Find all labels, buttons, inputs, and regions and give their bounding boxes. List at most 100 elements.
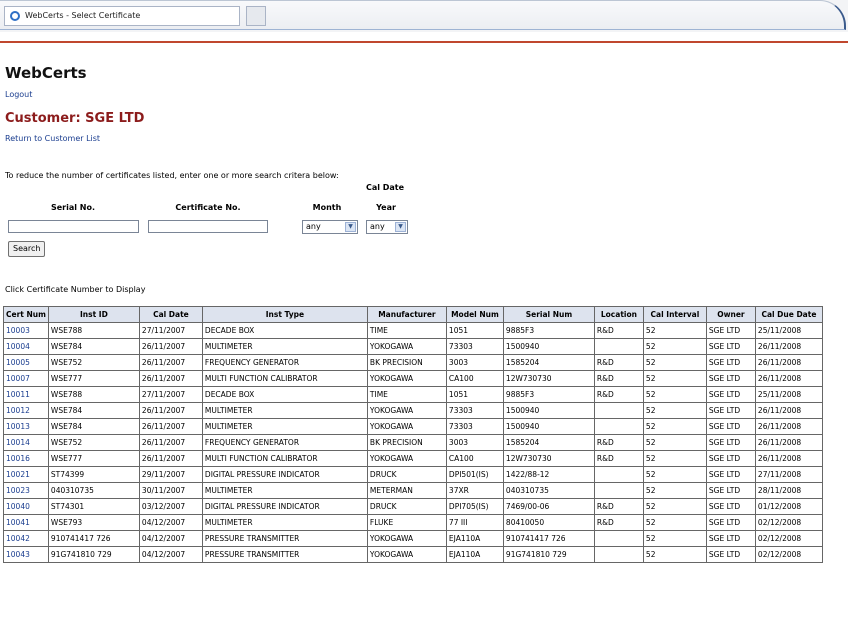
table-cell: 73303	[445, 402, 504, 419]
table-cell: 1585204	[502, 434, 595, 451]
table-cell	[593, 546, 644, 563]
certificate-no-input[interactable]	[148, 220, 268, 233]
table-cell: SGE LTD	[705, 514, 756, 531]
month-select-value: any	[306, 222, 321, 231]
table-cell: 26/11/2007	[138, 450, 203, 467]
new-tab-button[interactable]	[246, 6, 266, 26]
table-cell: 9885F3	[502, 322, 595, 339]
certificate-number-link[interactable]: 10042	[3, 530, 49, 547]
table-row: 10042 910741417 726 04/12/2007 PRESSURE TRA…	[3, 530, 823, 547]
table-cell: YOKOGAWA	[366, 450, 447, 467]
table-cell: 26/11/2007	[138, 370, 203, 387]
table-cell: 27/11/2007	[138, 386, 203, 403]
table-cell: R&D	[593, 386, 644, 403]
column-header: Cal Due Date	[754, 306, 823, 323]
table-cell: WSE777	[47, 450, 140, 467]
certificate-number-link[interactable]: 10041	[3, 514, 49, 531]
browser-tab-bar: WebCerts - Select Certificate	[0, 0, 848, 32]
table-cell: 91G741810 729	[47, 546, 140, 563]
table-cell: SGE LTD	[705, 354, 756, 371]
table-row: 10016 WSE777 26/11/2007 MULTI FUNCTION CALI…	[3, 450, 823, 467]
certificate-number-link[interactable]: 10040	[3, 498, 49, 515]
table-cell: WSE752	[47, 354, 140, 371]
table-cell: 73303	[445, 418, 504, 435]
table-cell: TIME	[366, 322, 447, 339]
year-select[interactable]: any ▼	[366, 220, 408, 234]
table-cell: 9885F3	[502, 386, 595, 403]
return-to-customer-list-link[interactable]: Return to Customer List	[5, 134, 100, 143]
table-cell: 37XR	[445, 482, 504, 499]
table-header-row: Cert Num Inst ID Cal Date Inst Type Manu…	[3, 306, 823, 323]
table-cell: 12W730730	[502, 450, 595, 467]
table-cell: PRESSURE TRANSMITTER	[201, 530, 368, 547]
table-cell: 52	[642, 530, 707, 547]
certificate-number-link[interactable]: 10021	[3, 466, 49, 483]
table-cell: 52	[642, 402, 707, 419]
certificate-number-link[interactable]: 10023	[3, 482, 49, 499]
table-cell: ST74301	[47, 498, 140, 515]
table-cell: R&D	[593, 450, 644, 467]
table-cell: MULTIMETER	[201, 338, 368, 355]
table-cell: CA100	[445, 370, 504, 387]
certificate-number-link[interactable]: 10016	[3, 450, 49, 467]
table-cell: METERMAN	[366, 482, 447, 499]
table-cell: WSE784	[47, 402, 140, 419]
certificate-number-link[interactable]: 10043	[3, 546, 49, 563]
table-cell: 52	[642, 338, 707, 355]
table-cell: MULTIMETER	[201, 418, 368, 435]
table-cell: WSE793	[47, 514, 140, 531]
table-cell: BK PRECISION	[366, 354, 447, 371]
table-hint: Click Certificate Number to Display	[5, 285, 146, 294]
certificate-number-link[interactable]: 10012	[3, 402, 49, 419]
table-cell: 04/12/2007	[138, 530, 203, 547]
year-select-value: any	[370, 222, 385, 231]
certificate-number-link[interactable]: 10005	[3, 354, 49, 371]
table-cell: 26/11/2008	[754, 338, 823, 355]
table-cell: SGE LTD	[705, 482, 756, 499]
certificate-number-link[interactable]: 10004	[3, 338, 49, 355]
table-cell: 1422/88-12	[502, 466, 595, 483]
header-divider	[0, 41, 848, 43]
table-cell: 02/12/2008	[754, 514, 823, 531]
table-cell: WSE788	[47, 322, 140, 339]
table-cell: 26/11/2008	[754, 418, 823, 435]
table-cell: DIGITAL PRESSURE INDICATOR	[201, 498, 368, 515]
certificate-number-link[interactable]: 10011	[3, 386, 49, 403]
certificate-number-link[interactable]: 10003	[3, 322, 49, 339]
table-cell: R&D	[593, 370, 644, 387]
table-cell: SGE LTD	[705, 418, 756, 435]
table-cell: MULTIMETER	[201, 402, 368, 419]
table-cell: 25/11/2008	[754, 386, 823, 403]
table-cell: EJA110A	[445, 546, 504, 563]
table-cell: BK PRECISION	[366, 434, 447, 451]
table-row: 10043 91G741810 729 04/12/2007 PRESSURE TRA…	[3, 546, 823, 563]
browser-tab-webcerts[interactable]: WebCerts - Select Certificate	[4, 6, 240, 26]
table-cell: MULTI FUNCTION CALIBRATOR	[201, 450, 368, 467]
table-cell: 26/11/2007	[138, 402, 203, 419]
month-select[interactable]: any ▼	[302, 220, 358, 234]
table-cell: 3003	[445, 434, 504, 451]
certificate-number-link[interactable]: 10013	[3, 418, 49, 435]
table-cell: 26/11/2007	[138, 434, 203, 451]
table-cell: 52	[642, 466, 707, 483]
serial-no-input[interactable]	[8, 220, 139, 233]
table-cell: 52	[642, 546, 707, 563]
table-cell: 52	[642, 370, 707, 387]
certificate-number-link[interactable]: 10014	[3, 434, 49, 451]
logout-link[interactable]: Logout	[5, 90, 32, 99]
table-cell: 52	[642, 482, 707, 499]
search-instructions: To reduce the number of certificates lis…	[5, 171, 339, 180]
table-cell: YOKOGAWA	[366, 402, 447, 419]
table-cell: 26/11/2007	[138, 354, 203, 371]
table-cell: 26/11/2008	[754, 354, 823, 371]
table-cell: SGE LTD	[705, 530, 756, 547]
table-cell: 1500940	[502, 402, 595, 419]
certificate-number-link[interactable]: 10007	[3, 370, 49, 387]
table-cell: WSE784	[47, 338, 140, 355]
table-cell: 1051	[445, 322, 504, 339]
search-button[interactable]: Search	[8, 241, 46, 257]
table-cell: WSE752	[47, 434, 140, 451]
table-cell: DPI501(IS)	[445, 466, 504, 483]
table-cell: 27/11/2008	[754, 466, 823, 483]
table-cell: 26/11/2008	[754, 450, 823, 467]
